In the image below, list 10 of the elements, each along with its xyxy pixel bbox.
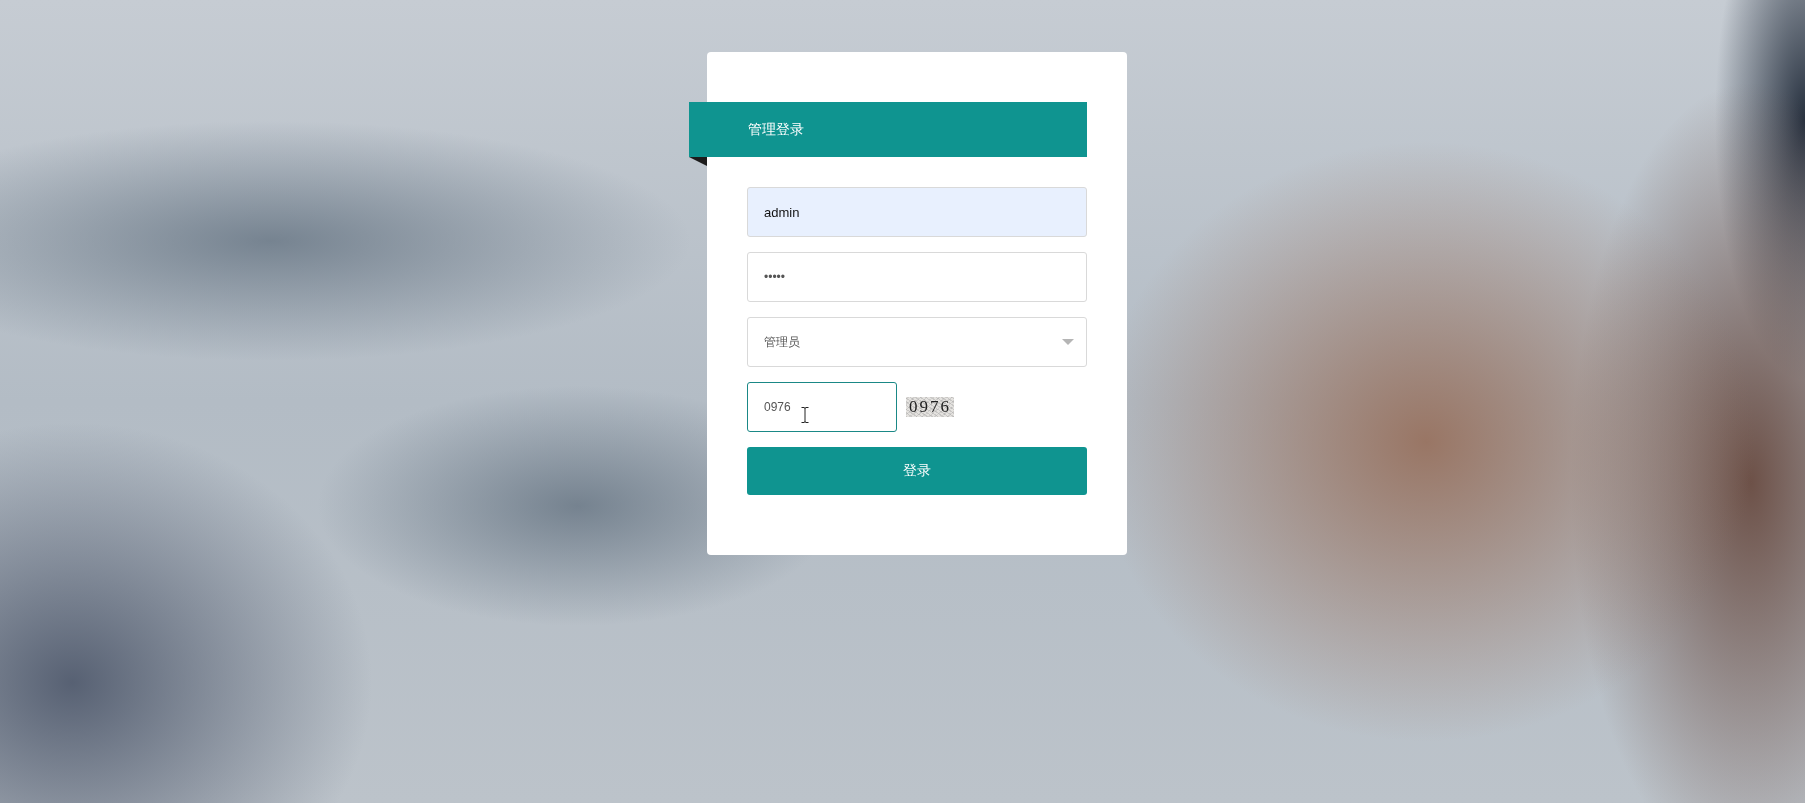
password-field[interactable]: ••••• — [747, 252, 1087, 302]
ribbon-fold-icon — [689, 157, 707, 166]
login-title-banner: 管理登录 — [689, 102, 1087, 157]
role-select[interactable]: 管理员 — [747, 317, 1087, 367]
username-field[interactable]: admin — [747, 187, 1087, 237]
caret-down-icon — [1062, 339, 1074, 345]
captcha-field[interactable]: 0976 — [747, 382, 897, 432]
login-button[interactable]: 登录 — [747, 447, 1087, 495]
captcha-image[interactable]: 0976 — [906, 397, 954, 417]
text-cursor-icon — [801, 407, 809, 423]
